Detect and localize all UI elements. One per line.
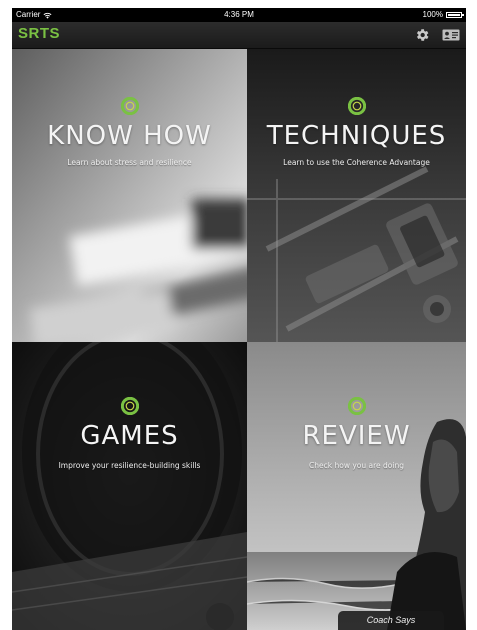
srts-ring-icon: [347, 397, 366, 415]
tile-games[interactable]: GAMES Improve your resilience-building s…: [12, 342, 247, 630]
battery-icon: [446, 12, 464, 18]
games-background-image: [12, 342, 247, 630]
status-right: 100%: [422, 8, 464, 22]
app-screen: Carrier 4:36 PM 100% SRTS KNOW HOW Learn…: [12, 8, 466, 630]
nav-bar: SRTS: [12, 22, 466, 49]
gear-icon: [416, 29, 429, 41]
coach-says-tab[interactable]: Coach Says: [338, 611, 444, 630]
tile-subtitle: Learn to use the Coherence Advantage: [283, 158, 430, 167]
srts-ring-icon: [120, 397, 139, 415]
tile-title: GAMES: [80, 421, 179, 451]
srts-ring-icon: [120, 97, 139, 115]
tile-title: TECHNIQUES: [266, 121, 447, 151]
tile-subtitle: Check how you are doing: [309, 461, 404, 470]
profile-card-icon: [442, 29, 460, 41]
tile-title: KNOW HOW: [47, 121, 212, 151]
tile-subtitle: Learn about stress and resilience: [67, 158, 192, 167]
review-background-image: [247, 342, 466, 630]
profile-button[interactable]: [442, 26, 460, 44]
tile-techniques[interactable]: TECHNIQUES Learn to use the Coherence Ad…: [247, 49, 466, 342]
status-bar: Carrier 4:36 PM 100%: [12, 8, 466, 22]
battery-percent: 100%: [422, 10, 443, 19]
techniques-background-image: [247, 49, 466, 342]
settings-button[interactable]: [413, 26, 431, 44]
tile-title: REVIEW: [302, 421, 411, 451]
app-logo: SRTS: [18, 25, 61, 42]
tile-subtitle: Improve your resilience-building skills: [58, 461, 201, 470]
tile-review[interactable]: REVIEW Check how you are doing: [247, 342, 466, 630]
status-time: 4:36 PM: [224, 10, 254, 19]
srts-ring-icon: [347, 97, 366, 115]
tile-know-how[interactable]: KNOW HOW Learn about stress and resilien…: [12, 49, 247, 342]
know-how-background-image: [12, 49, 247, 342]
